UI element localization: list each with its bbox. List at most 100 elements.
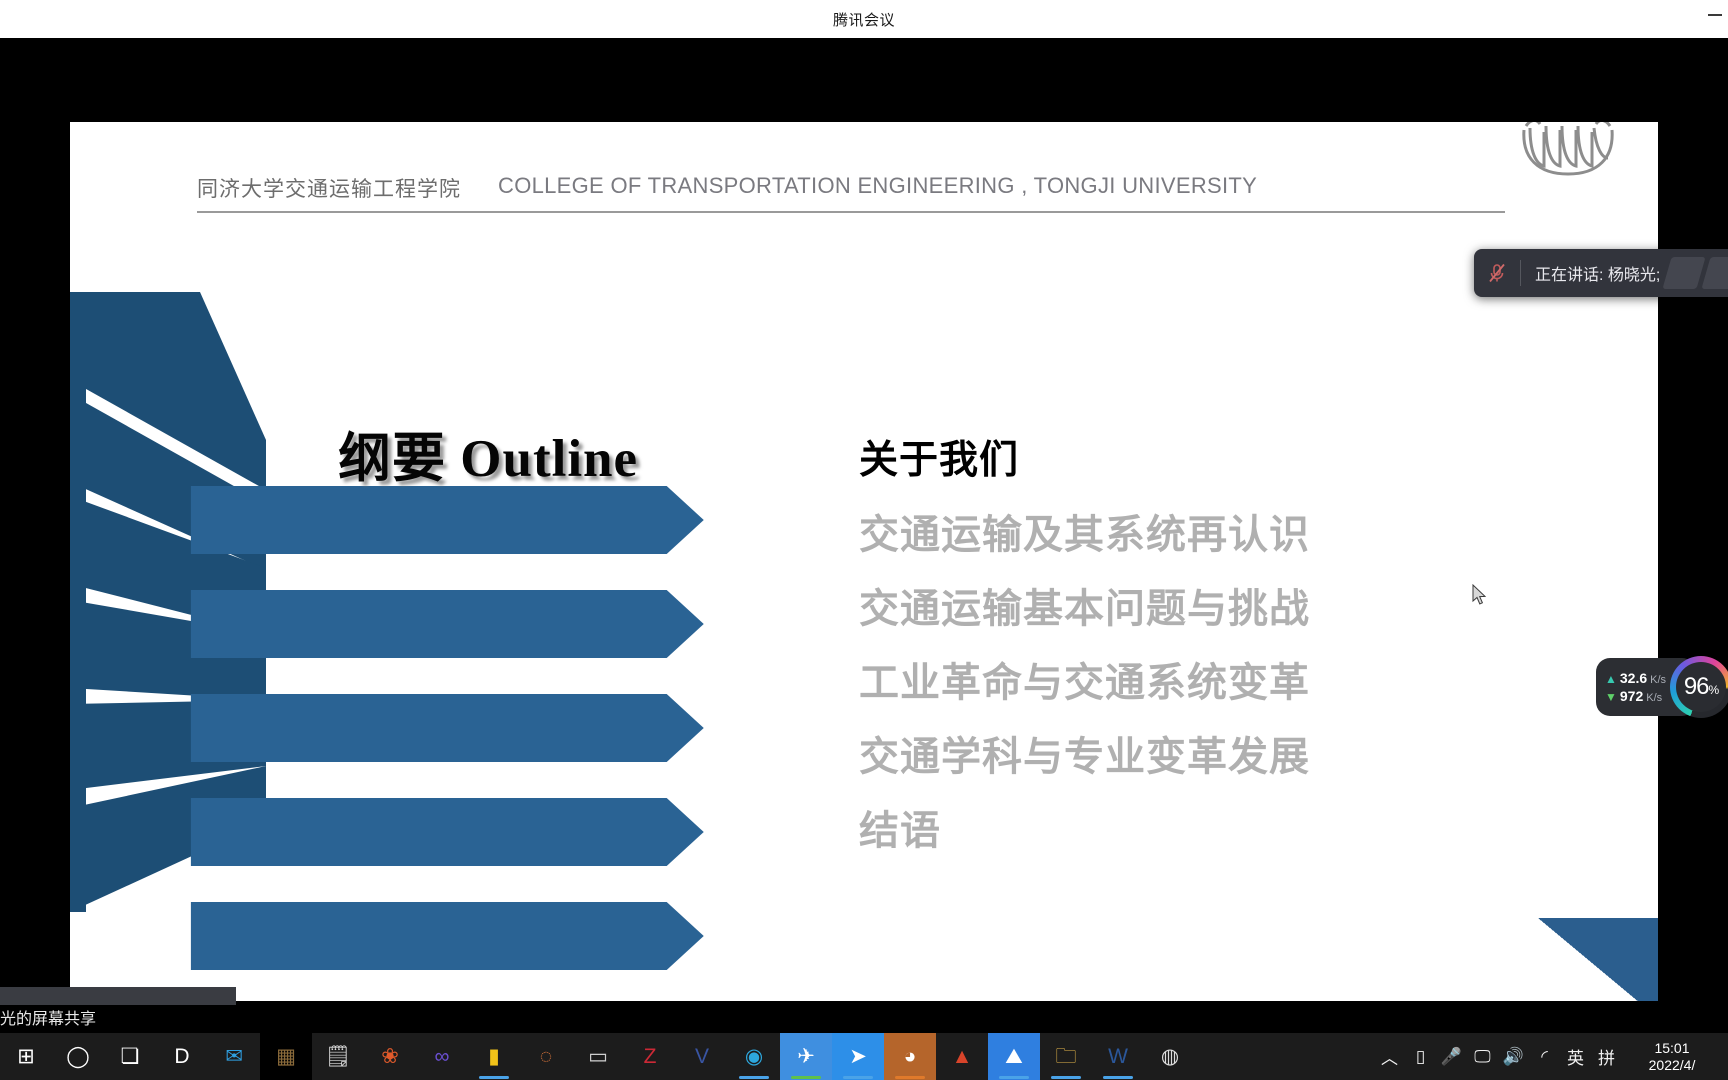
tiger-app-icon-glyph: ◕ [903,1045,917,1068]
python-script-icon[interactable]: 🗒 [312,1033,364,1080]
participant-thumbnails[interactable] [1662,257,1728,289]
mountain-app-icon[interactable]: ⛰ [988,1033,1040,1080]
command-prompt-icon-glyph: ▭ [588,1045,608,1068]
gauge-percent-value: 96% [1683,673,1719,700]
ime-pinyin-icon[interactable]: 拼 [1591,1033,1622,1080]
microphone-icon[interactable]: 🎤 [1436,1033,1467,1080]
edge-icon[interactable]: ◉ [728,1033,780,1080]
slide-header-cn: 同济大学交通运输工程学院 [197,178,461,201]
ime-english-icon[interactable]: 英 [1560,1033,1591,1080]
visio-icon[interactable]: V [676,1033,728,1080]
banner-divider [1520,260,1521,286]
taskbar-running-indicator [479,1076,509,1079]
outline-item-0[interactable]: 关于我们 [859,424,1559,498]
infinity-app-icon[interactable]: ∞ [416,1033,468,1080]
search-icon[interactable]: ◯ [52,1033,104,1080]
obs-studio-icon[interactable]: ◍ [1144,1033,1196,1080]
download-speed-unit: K/s [1646,692,1663,704]
windows-start-icon-glyph: ⊞ [17,1045,35,1068]
show-hidden-icons-chevron-glyph: ︿ [1381,1049,1398,1068]
tongji-university-seal-icon [1522,122,1614,176]
task-view-icon[interactable]: ❏ [104,1033,156,1080]
participant-thumb[interactable] [1701,257,1728,289]
resource-usage-gauge[interactable]: 96% [1670,656,1728,718]
clash-icon-glyph: ◌ [539,1045,553,1068]
taskbar-running-indicator [999,1076,1029,1079]
dell-icon-glyph: D [174,1045,190,1068]
share-strip-panel [0,987,236,1005]
active-speaker-label: 正在讲话: 杨晓光; [1535,267,1661,284]
minimize-button[interactable] [1708,14,1722,16]
network-monitor-widget[interactable]: ▲ 32.6 K/s ▼ 972 K/s 96% [1596,656,1728,718]
zotero-icon[interactable]: Z [624,1033,676,1080]
wemeet-companion-icon[interactable]: ➤ [832,1033,884,1080]
wemeet-companion-icon-glyph: ➤ [849,1045,867,1068]
colorful-flower-icon[interactable]: ❀ [364,1033,416,1080]
sticky-notes-icon-glyph: ▮ [488,1045,500,1068]
file-explorer-icon[interactable]: 🗀 [1040,1033,1092,1080]
upload-speed-unit: K/s [1650,674,1667,686]
pixel-app-icon-glyph: ▦ [276,1045,296,1068]
down-arrow-icon: ▼ [1605,690,1617,704]
participant-thumb[interactable] [1662,257,1706,289]
mail-icon-glyph: ✉ [225,1045,243,1068]
pixel-app-icon[interactable]: ▦ [260,1033,312,1080]
screen-share-strip: 光的屏幕共享 [0,987,1728,1033]
usb-device-icon-glyph: ▯ [1415,1046,1426,1066]
taskbar-running-indicator [1103,1076,1133,1079]
outline-item-4[interactable]: 交通学科与专业变革发展 [859,720,1559,794]
slide-header-en: COLLEGE OF TRANSPORTATION ENGINEERING , … [498,173,1258,198]
mouse-cursor [1472,584,1487,605]
matlab-icon-glyph: ▲ [951,1045,973,1068]
tencent-meeting-icon-glyph: ✈ [797,1045,815,1068]
outline-item-1[interactable]: 交通运输及其系统再认识 [859,498,1559,572]
screen-share-label: 光的屏幕共享 [0,1011,97,1028]
active-speaker-banner[interactable]: 正在讲话: 杨晓光; [1474,249,1728,297]
taskbar-running-indicator [739,1076,769,1079]
mountain-app-icon-glyph: ⛰ [1005,1045,1023,1068]
clock-time: 15:01 [1654,1039,1690,1056]
system-tray[interactable]: ︿ ▯ 🎤 🖵 🔊 ◜ 英拼 [1374,1033,1626,1080]
windows-taskbar[interactable]: ⊞ ◯ ❏ D ✉ ▦ 🗒 ❀ ∞ ▮ ◌ ▭ Z V ◉ ✈ ➤ ◕ ▲ ⛰ 🗀 W ◍ ︿ ▯ 🎤 🖵 🔊 ◜ 英拼 15:01 2… [0,1033,1728,1080]
screen-cast-icon[interactable]: 🖵 [1467,1033,1498,1080]
outline-item-5[interactable]: 结语 [859,794,1559,868]
show-hidden-icons-chevron[interactable]: ︿ [1374,1033,1405,1080]
outline-item-2[interactable]: 交通运输基本问题与挑战 [859,572,1559,646]
windows-start-icon[interactable]: ⊞ [0,1033,52,1080]
word-icon[interactable]: W [1092,1033,1144,1080]
taskbar-running-indicator [895,1076,925,1079]
volume-icon-glyph: 🔊 [1502,1046,1525,1066]
download-speed-value: 972 [1619,688,1644,704]
volume-icon[interactable]: 🔊 [1498,1033,1529,1080]
visio-icon-glyph: V [694,1045,709,1068]
sticky-notes-icon[interactable]: ▮ [468,1033,520,1080]
usb-device-icon[interactable]: ▯ [1405,1033,1436,1080]
slide-title: 纲要 Outline [338,430,639,488]
mail-icon[interactable]: ✉ [208,1033,260,1080]
taskbar-icon-group[interactable]: ⊞ ◯ ❏ D ✉ ▦ 🗒 ❀ ∞ ▮ ◌ ▭ Z V ◉ ✈ ➤ ◕ ▲ ⛰ 🗀 W ◍ [0,1033,1196,1080]
tencent-meeting-icon[interactable]: ✈ [780,1033,832,1080]
screen-cast-icon-glyph: 🖵 [1474,1046,1491,1066]
outline-item-3[interactable]: 工业革命与交通系统变革 [859,646,1559,720]
matlab-icon[interactable]: ▲ [936,1033,988,1080]
clash-icon[interactable]: ◌ [520,1033,572,1080]
file-explorer-icon-glyph: 🗀 [1055,1045,1077,1068]
upload-speed-value: 32.6 [1619,670,1648,686]
tiger-app-icon[interactable]: ◕ [884,1033,936,1080]
wifi-icon-glyph: ◜ [1541,1046,1548,1066]
ime-pinyin-icon-glyph: 拼 [1598,1049,1615,1068]
wifi-icon[interactable]: ◜ [1529,1033,1560,1080]
word-icon-glyph: W [1108,1045,1128,1068]
dell-icon[interactable]: D [156,1033,208,1080]
taskbar-running-indicator [1051,1076,1081,1079]
ime-english-icon-glyph: 英 [1567,1049,1584,1068]
zotero-icon-glyph: Z [643,1045,657,1068]
presentation-slide: 同济大学交通运输工程学院 COLLEGE OF TRANSPORTATION E… [70,122,1658,1018]
taskbar-clock[interactable]: 15:01 2022/4/ [1626,1033,1718,1080]
command-prompt-icon[interactable]: ▭ [572,1033,624,1080]
task-view-icon-glyph: ❏ [120,1045,140,1068]
show-desktop-button[interactable] [1718,1033,1728,1080]
meeting-window-titlebar: 腾讯会议 [0,0,1728,38]
outline-item-list: 关于我们 交通运输及其系统再认识 交通运输基本问题与挑战 工业革命与交通系统变革… [859,424,1559,868]
microphone-muted-icon [1474,262,1520,284]
